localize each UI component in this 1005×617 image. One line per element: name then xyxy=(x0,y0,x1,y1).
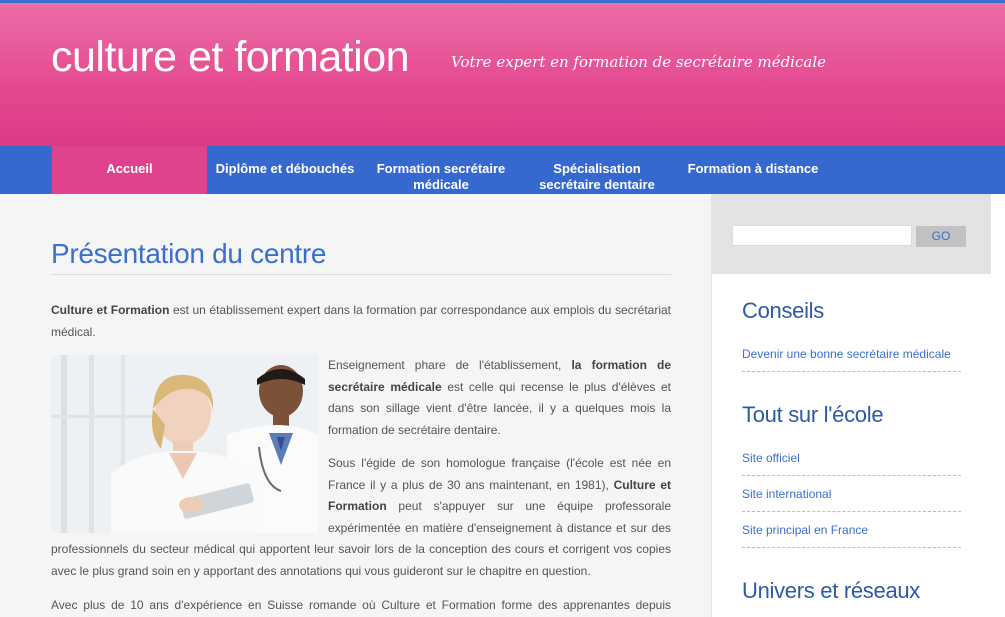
sidebar-link-site-officiel[interactable]: Site officiel xyxy=(742,451,961,476)
photo-spacer xyxy=(51,453,328,539)
sidebar-link-devenir-secretaire[interactable]: Devenir une bonne secrétaire médicale xyxy=(742,347,961,372)
section-title-univers: Univers et réseaux xyxy=(742,578,921,603)
nav-item-diplome[interactable]: Diplôme et débouchés xyxy=(207,146,363,194)
sidebar-link-site-france[interactable]: Site principal en France xyxy=(742,523,961,548)
main-content: Présentation du centre Culture et Format… xyxy=(0,194,711,617)
sidebar: GO Conseils Devenir une bonne secrétaire… xyxy=(711,194,1005,617)
sidebar-link-site-international[interactable]: Site international xyxy=(742,487,961,512)
search-go-button[interactable]: GO xyxy=(916,226,966,247)
intro-bold-text: Culture et Formation xyxy=(51,303,170,317)
nav-item-formation-distance[interactable]: Formation à distance xyxy=(677,146,829,194)
search-panel: GO xyxy=(711,194,991,274)
nav-item-specialisation-dentaire[interactable]: Spécialisation secrétaire dentaire xyxy=(522,146,672,194)
site-tagline: Votre expert en formation de secrétaire … xyxy=(451,53,826,71)
paragraph-four: Avec plus de 10 ans d'expérience en Suis… xyxy=(51,598,671,612)
intro-paragraph: Culture et Formation est un établissemen… xyxy=(51,300,671,343)
search-input[interactable] xyxy=(732,225,912,246)
paragraph-two: Enseignement phare de l'établissement, l… xyxy=(328,355,671,441)
paragraph-three: Sous l'égide de son homologue française … xyxy=(51,453,671,582)
section-title-conseils: Conseils xyxy=(742,298,824,323)
page-title: Présentation du centre xyxy=(51,238,327,269)
main-navigation: Accueil Diplôme et débouchés Formation s… xyxy=(0,146,1005,194)
nav-item-accueil[interactable]: Accueil xyxy=(52,146,207,194)
p2-text-a: Enseignement phare de l'établissement, xyxy=(328,358,572,372)
title-divider xyxy=(51,274,671,275)
site-title[interactable]: culture et formation xyxy=(51,33,410,82)
nav-item-formation-secretaire-medicale[interactable]: Formation secrétaire médicale xyxy=(366,146,516,194)
section-title-ecole: Tout sur l'école xyxy=(742,402,884,427)
sidebar-divider xyxy=(711,274,712,617)
site-header: culture et formation Votre expert en for… xyxy=(0,3,1005,146)
